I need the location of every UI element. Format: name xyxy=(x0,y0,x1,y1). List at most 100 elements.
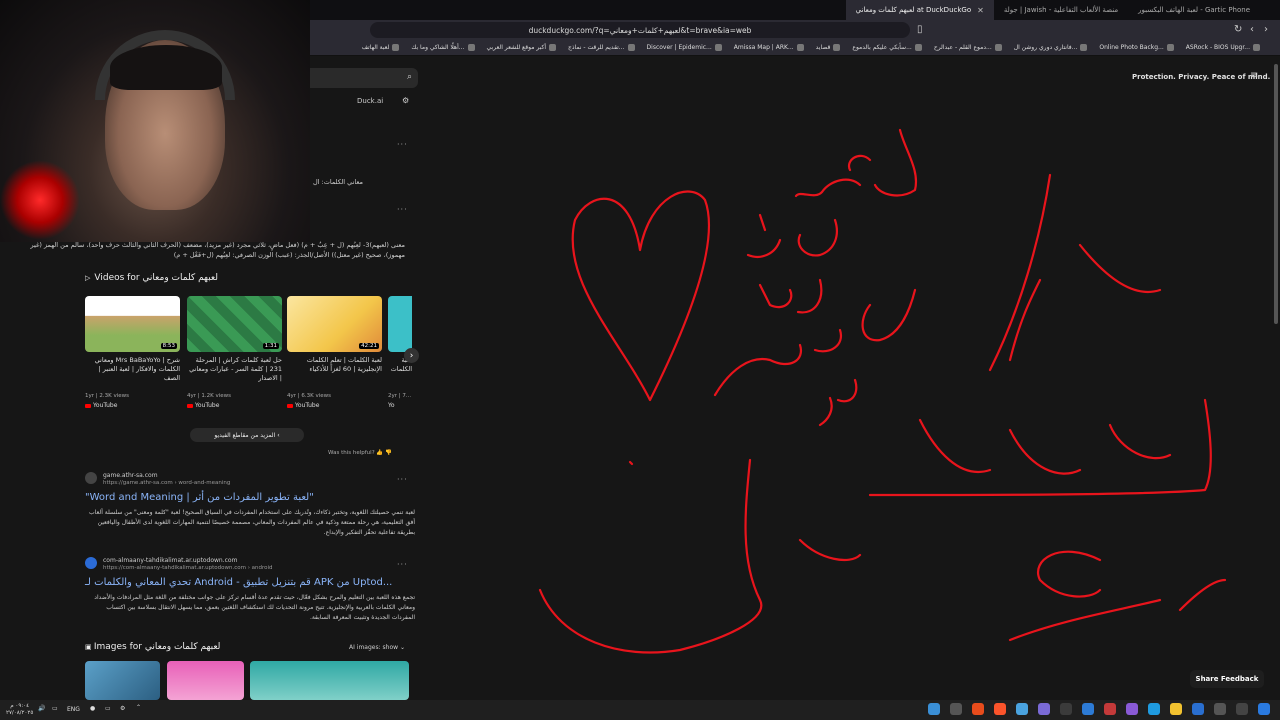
tab-gartic[interactable]: لعبة الهاتف البكسبور - Gartic Phone xyxy=(1128,0,1260,20)
app-icon[interactable] xyxy=(1038,703,1050,715)
tab-label: لعبهم كلمات ومعاني at DuckDuckGo xyxy=(855,6,972,14)
bookmark-item[interactable]: أكبر موقع للشعر العربي xyxy=(487,44,556,51)
menu-icon[interactable]: ≡ xyxy=(1250,70,1258,81)
more-options-icon[interactable]: ··· xyxy=(397,560,408,569)
app-icon[interactable] xyxy=(1082,703,1094,715)
video-meta: 4yr | 1.2K views xyxy=(187,393,231,399)
tab-label: لعبة الهاتف البكسبور - Gartic Phone xyxy=(1138,6,1250,14)
mic-icon[interactable]: ● xyxy=(90,705,95,712)
result-snippet: تجمع هذه اللعبة بين التعليم والمرح بشكل … xyxy=(94,594,415,621)
folder-icon[interactable] xyxy=(1170,703,1182,715)
back-icon[interactable]: ‹ xyxy=(1250,24,1254,35)
result-url[interactable]: https://com-almaany-tahdikalimat.ar.upto… xyxy=(85,565,415,571)
folder-icon xyxy=(392,44,400,51)
image-thumbnail[interactable] xyxy=(85,661,160,700)
app-icon[interactable] xyxy=(950,703,962,715)
app-icon[interactable] xyxy=(928,703,940,715)
more-options-icon[interactable]: ··· xyxy=(397,475,408,484)
bookmark-item[interactable]: قصايد xyxy=(816,44,841,51)
refresh-icon[interactable]: ↻ xyxy=(1234,24,1242,35)
ai-images-toggle[interactable]: AI images: show ⌄ xyxy=(349,644,405,651)
app-icon[interactable] xyxy=(1016,703,1028,715)
speaker-icon[interactable]: 🔊 xyxy=(38,705,45,712)
youtube-icon xyxy=(187,403,193,408)
rgb-light xyxy=(0,160,80,240)
video-meta: 1yr | 2.3K views xyxy=(85,393,129,399)
bookmark-favicon-icon xyxy=(994,44,1002,51)
webcam-overlay xyxy=(0,0,310,242)
bookmark-item[interactable]: أهلًا الشاكي وما بك... xyxy=(411,44,475,51)
bookmark-item[interactable]: Online Photo Backg... xyxy=(1099,44,1174,51)
tab-duckduckgo[interactable]: لعبهم كلمات ومعاني at DuckDuckGo ✕ xyxy=(845,0,994,20)
image-thumbnail[interactable] xyxy=(167,661,244,700)
video-thumbnail: 1:31 xyxy=(187,296,282,352)
tab-label: جولة | Jawish - منصة الألعاب التفاعلية xyxy=(1003,6,1119,14)
video-card[interactable]: 8:53 شرح | Mrs BaBaYoYo ومعاني الكلمات و… xyxy=(85,296,180,418)
bookmark-favicon-icon xyxy=(914,44,922,51)
result-site[interactable]: game.athr-sa.com xyxy=(85,472,415,479)
url-field[interactable]: duckduckgo.com/?q=لعبهم+كلمات+ومعاني&t=b… xyxy=(370,22,910,38)
more-options-icon[interactable]: ··· xyxy=(397,205,408,214)
clock[interactable]: ٠٩:٠٤ م ٢٧/٠٨/٢٠٢٥ xyxy=(6,703,33,717)
network-icon[interactable]: ▭ xyxy=(52,705,58,712)
video-source: Yo xyxy=(388,402,395,409)
next-arrow-icon[interactable]: › xyxy=(404,348,419,363)
bookmark-favicon-icon xyxy=(1253,44,1260,51)
forward-icon[interactable]: › xyxy=(1264,24,1268,35)
bookmark-item[interactable]: سأبكي عليكم بالدموع... xyxy=(852,44,922,51)
video-source: YouTube xyxy=(85,402,180,409)
video-meta: 2yr | 7... xyxy=(388,393,412,399)
url-text: duckduckgo.com/?q=لعبهم+كلمات+ومعاني&t=b… xyxy=(528,25,752,35)
search-input[interactable]: ⌕ xyxy=(300,68,418,88)
bookmark-item[interactable]: لعبة الهاتف xyxy=(362,44,400,51)
bookmark-item[interactable]: ASRock - BIOS Upgr... xyxy=(1186,44,1260,51)
result-title[interactable]: تحدي المعاني والكلمات لـ Android - قم بت… xyxy=(85,577,415,588)
search-result: game.athr-sa.com https://game.athr-sa.co… xyxy=(85,472,415,538)
bookmark-item[interactable]: Discover | Epidemic... xyxy=(647,44,722,51)
result-site[interactable]: com-almaany-tahdikalimat.ar.uptodown.com xyxy=(85,557,415,564)
gear-icon[interactable]: ⚙ xyxy=(402,96,409,105)
edge-icon[interactable] xyxy=(1148,703,1160,715)
duck-ai-link[interactable]: Duck.ai xyxy=(357,97,383,105)
close-tab-icon[interactable]: ✕ xyxy=(977,6,984,15)
video-title: شرح | Mrs BaBaYoYo ومعاني الكلمات والافك… xyxy=(94,356,180,382)
bookmark-item[interactable]: Amissa Map | ARK... xyxy=(734,44,804,51)
snippet-text: معنى (لعبهم)3- لعِبُهم (ل + عِبٌ + م) (ف… xyxy=(30,241,405,259)
language-indicator[interactable]: ENG xyxy=(67,706,80,713)
bookmark-item[interactable]: دموع القلم - عبدالرح... xyxy=(934,44,1002,51)
app-icon[interactable] xyxy=(1126,703,1138,715)
bookmark-favicon-icon xyxy=(548,44,556,51)
app-icon[interactable] xyxy=(1192,703,1204,715)
more-videos-button[interactable]: المزيد من مقاطع الفيديو ‹ xyxy=(190,428,304,442)
search-icon[interactable]: ⌕ xyxy=(407,72,412,82)
scrollbar[interactable] xyxy=(1274,64,1278,324)
image-thumbnail[interactable] xyxy=(250,661,409,700)
settings-tray-icon[interactable]: ⚙ xyxy=(120,705,125,712)
bookmark-item[interactable]: فانتاري دوري روشن ال... xyxy=(1014,44,1088,51)
video-source: YouTube xyxy=(187,402,282,409)
app-icon[interactable] xyxy=(1214,703,1226,715)
bookmark-favicon-icon xyxy=(714,44,722,51)
video-title: حل لعبة كلمات كراش | المرحلة 231 | كلمة … xyxy=(189,356,282,382)
more-options-icon[interactable]: ··· xyxy=(397,140,408,149)
chevron-up-icon[interactable]: ⌃ xyxy=(136,704,141,711)
images-header: ▣ Images for لعبهم كلمات ومعاني xyxy=(85,642,221,652)
search-icon[interactable] xyxy=(1236,703,1248,715)
windows-start-icon[interactable] xyxy=(1258,703,1270,715)
result-url[interactable]: https://game.athr-sa.com › word-and-mean… xyxy=(85,480,415,486)
video-card[interactable]: 1:31 حل لعبة كلمات كراش | المرحلة 231 | … xyxy=(187,296,282,418)
helpful-prompt: Was this helpful? 👍 👎 xyxy=(328,450,392,456)
tab-jawish[interactable]: جولة | Jawish - منصة الألعاب التفاعلية xyxy=(994,0,1128,20)
bookmark-icon[interactable]: ▯ xyxy=(917,24,923,35)
app-icon[interactable] xyxy=(972,703,984,715)
brave-icon[interactable] xyxy=(994,703,1006,715)
display-icon[interactable]: ▭ xyxy=(105,705,111,712)
bookmark-favicon-icon xyxy=(627,44,635,51)
app-icon[interactable] xyxy=(1060,703,1072,715)
video-card[interactable]: 42:21 لعبة الكلمات | تعلم الكلمات الإنجل… xyxy=(287,296,382,418)
share-feedback-button[interactable]: Share Feedback xyxy=(1190,670,1264,688)
site-favicon-icon xyxy=(85,472,97,484)
bookmark-item[interactable]: تقديم للرقت - نماذج... xyxy=(568,44,635,51)
app-icon[interactable] xyxy=(1104,703,1116,715)
result-title[interactable]: "Word and Meaning | لعبة تطوير المفردات … xyxy=(85,492,415,503)
